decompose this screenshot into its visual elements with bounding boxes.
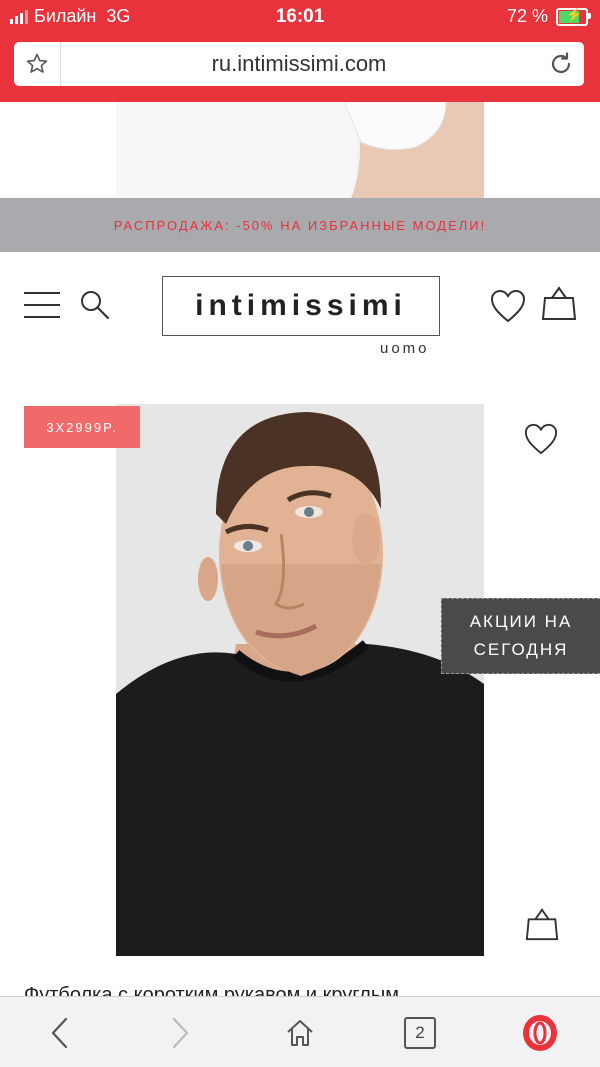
brand-logo[interactable]: intimissimi — [162, 276, 440, 336]
opera-logo-icon — [523, 1015, 557, 1051]
heart-icon — [490, 289, 526, 323]
home-icon — [287, 1020, 313, 1046]
battery-info: 72 % ⚡ — [506, 6, 591, 27]
search-button[interactable] — [78, 288, 112, 327]
product-image[interactable] — [116, 404, 484, 956]
promo-banner[interactable]: РАСПРОДАЖА: -50% НА ИЗБРАННЫЕ МОДЕЛИ! — [0, 198, 600, 252]
chevron-right-icon — [172, 1017, 189, 1049]
home-button[interactable] — [280, 1013, 320, 1053]
previous-product-image[interactable] — [116, 102, 484, 198]
wishlist-button[interactable] — [489, 288, 527, 329]
battery-icon: ⚡ — [556, 7, 591, 26]
deals-line-2: СЕГОДНЯ — [473, 640, 569, 659]
browser-toolbar: ru.intimissimi.com — [0, 34, 600, 102]
forward-button[interactable] — [160, 1013, 200, 1053]
promo-text: РАСПРОДАЖА: -50% НА ИЗБРАННЫЕ МОДЕЛИ! — [113, 217, 487, 233]
tabs-count: 2 — [404, 1017, 436, 1049]
reload-icon — [551, 52, 571, 73]
browser-bottom-bar: 2 — [0, 996, 600, 1067]
logo-subtitle: uomo — [380, 340, 430, 357]
logo-text: intimissimi — [195, 289, 407, 322]
site-header: intimissimi uomo — [0, 252, 600, 372]
status-bar: Билайн 3G 16:01 72 % ⚡ — [0, 0, 600, 34]
cart-button[interactable] — [540, 284, 578, 327]
hamburger-icon — [24, 292, 60, 294]
heart-icon — [524, 423, 558, 455]
deals-line-1: АКЦИИ НА — [469, 612, 573, 631]
shopping-bag-icon — [541, 286, 577, 320]
reload-button[interactable] — [538, 42, 584, 86]
battery-percent: 72 % — [506, 6, 548, 26]
chevron-left-icon — [51, 1017, 68, 1049]
star-icon — [26, 53, 48, 73]
shopping-bag-icon — [525, 908, 559, 941]
promo-badge: 3X2999P. — [24, 406, 140, 448]
back-button[interactable] — [40, 1013, 80, 1053]
deals-today-tab[interactable]: АКЦИИ НА СЕГОДНЯ — [441, 598, 600, 674]
tabs-button[interactable]: 2 — [400, 1013, 440, 1053]
add-to-cart-button[interactable] — [524, 906, 560, 947]
url-text[interactable]: ru.intimissimi.com — [60, 42, 538, 86]
search-icon — [81, 291, 110, 320]
address-bar[interactable]: ru.intimissimi.com — [14, 42, 584, 86]
add-to-wishlist-button[interactable] — [523, 422, 559, 461]
menu-button[interactable] — [24, 292, 60, 320]
bookmark-star-button[interactable] — [14, 42, 61, 86]
opera-menu-button[interactable] — [520, 1013, 560, 1053]
